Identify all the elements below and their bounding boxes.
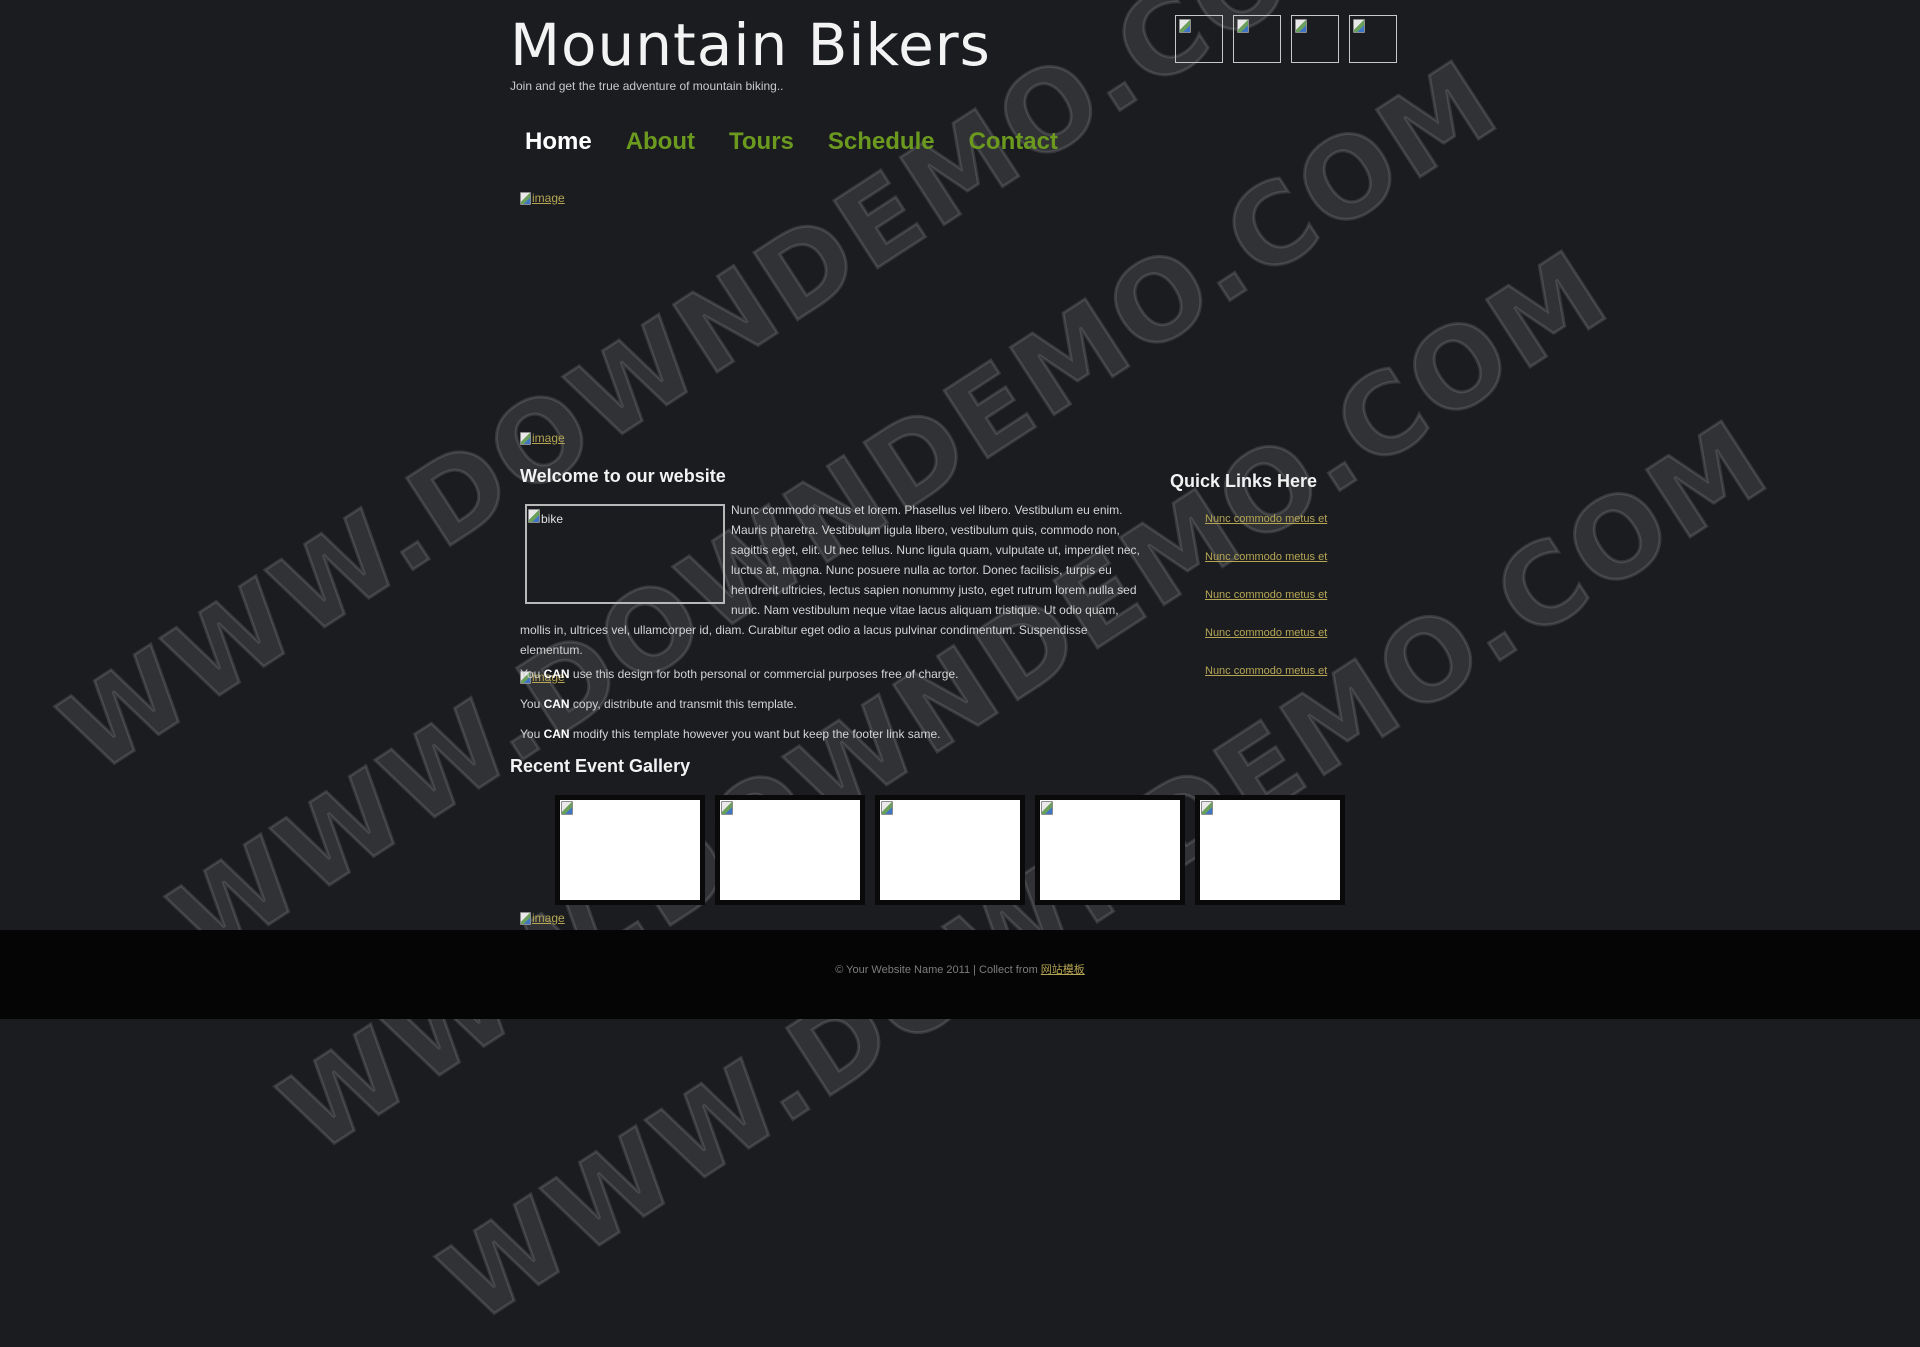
license-prefix: You [520,697,544,711]
list-item: Nunc commodo metus et [1205,551,1327,589]
broken-image-icon [520,191,531,205]
broken-image-icon [1041,801,1053,815]
nav-item-tours[interactable]: Tours [729,126,794,158]
gallery-thumbnail-5[interactable] [1195,795,1345,905]
event-gallery [555,795,1345,905]
footer-divider-image-alt: image [532,911,565,925]
broken-image-icon [721,801,733,815]
footer: © Your Website Name 2011 | Collect from … [0,930,1920,1019]
license-prefix: You [520,667,544,681]
gallery-image [1040,800,1180,900]
quick-link[interactable]: Nunc commodo metus et [1205,513,1327,525]
welcome-heading: Welcome to our website [520,466,726,486]
list-item: Nunc commodo metus et [1205,589,1327,627]
social-link-3[interactable] [1291,15,1339,63]
license-prefix: You [520,727,544,741]
list-item: Nunc commodo metus et [1205,627,1327,665]
nav-item-about[interactable]: About [626,126,695,158]
broken-image-icon [1179,19,1191,33]
broken-image-icon [520,911,531,925]
gallery-image [1200,800,1340,900]
gallery-thumbnail-3[interactable] [875,795,1025,905]
social-link-4[interactable] [1349,15,1397,63]
gallery-thumbnail-4[interactable] [1035,795,1185,905]
footer-copyright: © Your Website Name 2011 | Collect from [835,964,1041,976]
social-link-1[interactable] [1175,15,1223,63]
social-links [1175,15,1397,63]
license-line-use: You CAN use this design for both persona… [520,667,958,681]
banner-image[interactable]: image [520,191,565,205]
quick-links-heading: Quick Links Here [1170,471,1318,491]
watermark-text: WWW.DOWNDEMO.COM [258,223,1632,1178]
bike-image: bike [525,504,725,604]
license-can: CAN [543,697,570,711]
broken-image-icon [561,801,573,815]
main-nav: Home About Tours Schedule Contact [525,126,1092,158]
list-item: Nunc commodo metus et [1205,665,1327,703]
social-link-2[interactable] [1233,15,1281,63]
license-line-copy: You CAN copy, distribute and transmit th… [520,697,797,711]
footer-divider-image[interactable]: image [520,911,565,925]
license-suffix: copy, distribute and transmit this templ… [569,697,797,711]
broken-image-icon [520,431,531,445]
gallery-image [880,800,1020,900]
quick-link[interactable]: Nunc commodo metus et [1205,589,1327,601]
license-suffix: use this design for both personal or com… [569,667,959,681]
license-can: CAN [543,727,570,741]
welcome-content: bike Nunc commodo metus et lorem. Phasel… [520,498,1145,660]
quick-link[interactable]: Nunc commodo metus et [1205,627,1327,639]
license-suffix: modify this template however you want bu… [569,727,941,741]
gallery-image [560,800,700,900]
banner-image-alt: image [532,191,565,205]
divider-image[interactable]: image [520,431,565,445]
nav-item-contact[interactable]: Contact [969,126,1058,158]
divider-image-alt: image [532,431,565,445]
license-line-modify: You CAN modify this template however you… [520,727,940,741]
license-can: CAN [543,667,570,681]
bike-image-alt: bike [541,512,564,526]
site-tagline: Join and get the true adventure of mount… [510,79,784,93]
broken-image-icon [1295,19,1307,33]
quick-link[interactable]: Nunc commodo metus et [1205,665,1327,677]
gallery-thumbnail-2[interactable] [715,795,865,905]
broken-image-icon [1237,19,1249,33]
broken-image-icon [1353,19,1365,33]
broken-image-icon [1201,801,1213,815]
quick-link[interactable]: Nunc commodo metus et [1205,551,1327,563]
gallery-image [720,800,860,900]
gallery-heading: Recent Event Gallery [510,756,691,776]
broken-image-icon [528,509,540,523]
nav-item-home[interactable]: Home [525,126,592,158]
nav-item-schedule[interactable]: Schedule [828,126,935,158]
broken-image-icon [881,801,893,815]
site-title: Mountain Bikers [510,11,991,79]
footer-link[interactable]: 网站模板 [1041,964,1085,976]
quick-links-list: Nunc commodo metus et Nunc commodo metus… [1205,513,1327,703]
list-item: Nunc commodo metus et [1205,513,1327,551]
gallery-thumbnail-1[interactable] [555,795,705,905]
